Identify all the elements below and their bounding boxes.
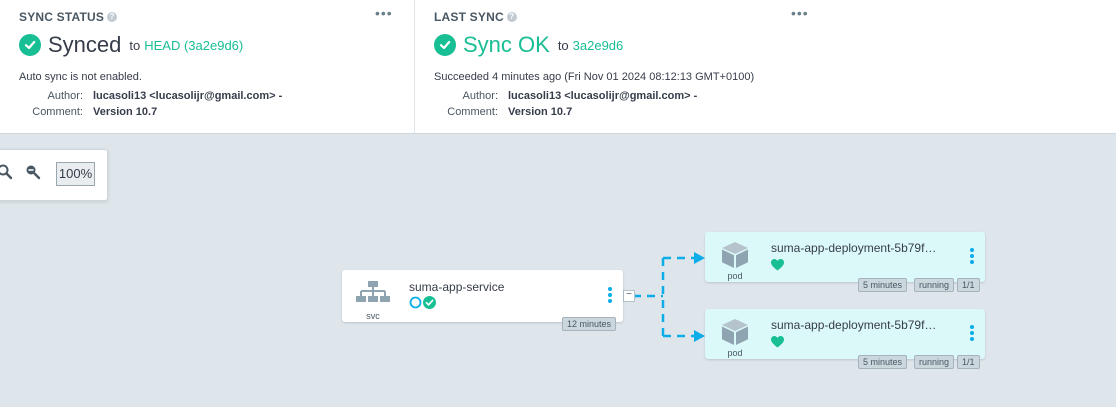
healthy-heart-icon [771, 335, 784, 353]
pod-name[interactable]: suma-app-deployment-5b79f… [771, 318, 951, 332]
arrowhead-pod-2 [694, 330, 705, 342]
network-service-icon [356, 281, 390, 314]
cube-icon [720, 240, 750, 275]
pod-ready-badge: 1/1 [957, 355, 980, 369]
pod-name[interactable]: suma-app-deployment-5b79f… [771, 241, 951, 255]
pod-kind-label: pod [727, 271, 743, 281]
pod-actions-menu[interactable] [968, 325, 976, 343]
healthy-heart-icon [771, 258, 784, 276]
pod-age-badge: 5 minutes [858, 278, 908, 292]
service-name[interactable]: suma-app-service [409, 280, 579, 294]
arrowhead-pod-1 [694, 252, 705, 264]
pod-kind-label: pod [727, 348, 743, 358]
pod-status-badge: running [914, 278, 955, 292]
cube-icon [720, 317, 750, 352]
pod-status-badge: running [914, 355, 955, 369]
service-actions-menu[interactable] [606, 287, 614, 305]
service-node[interactable]: svc suma-app-service 12 minutes [342, 270, 623, 331]
sync-progress-icon [409, 296, 422, 314]
service-kind-label: svc [366, 311, 380, 321]
pod-node[interactable]: pod suma-app-deployment-5b79f… 5 minutes… [705, 309, 985, 369]
pod-age-badge: 5 minutes [858, 355, 908, 369]
pod-actions-menu[interactable] [968, 248, 976, 266]
pod-ready-badge: 1/1 [957, 278, 980, 292]
service-age-badge: 12 minutes [562, 317, 617, 331]
collapse-toggle-button[interactable]: − [623, 290, 635, 302]
pod-node[interactable]: pod suma-app-deployment-5b79f… 5 minutes… [705, 232, 985, 292]
synced-check-icon [423, 296, 436, 314]
